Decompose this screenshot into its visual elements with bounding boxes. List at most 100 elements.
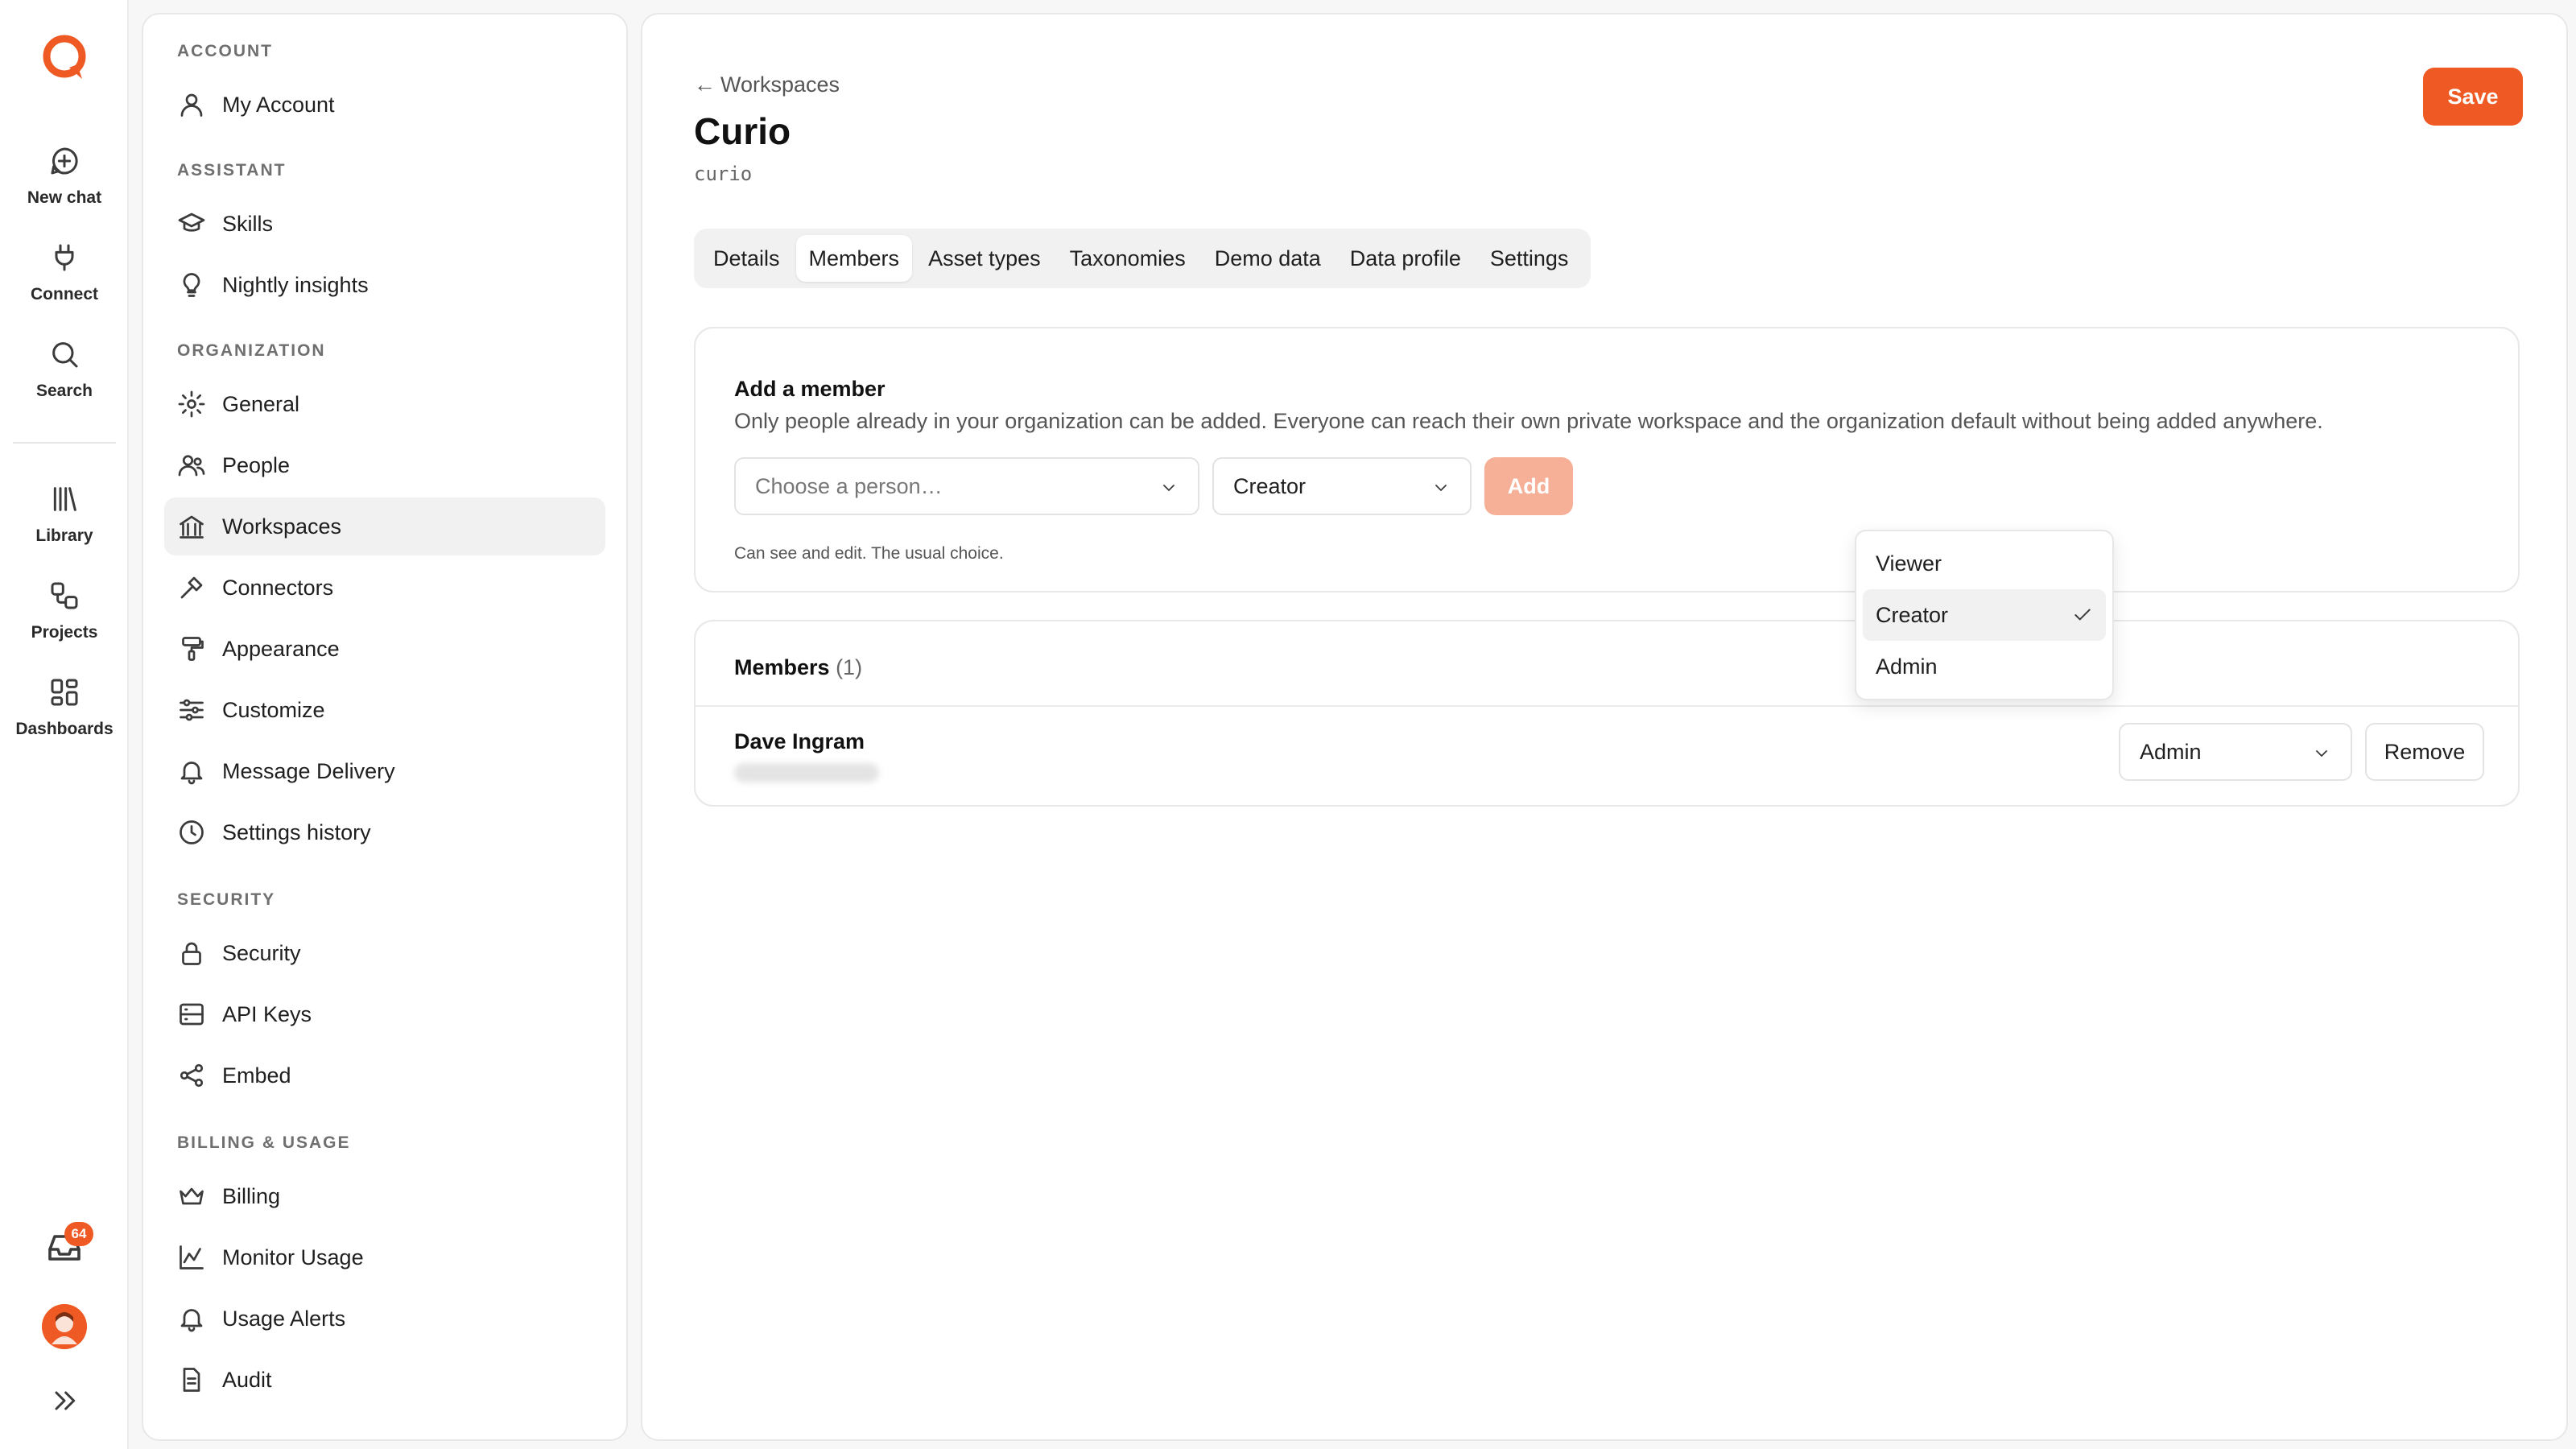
members-title: Members bbox=[734, 655, 830, 679]
main-panel: ← Workspaces Curio curio Save Details Me… bbox=[641, 13, 2568, 1441]
member-role-value: Admin bbox=[2140, 739, 2202, 764]
remove-member-button[interactable]: Remove bbox=[2365, 723, 2484, 781]
clock-icon bbox=[180, 820, 204, 844]
sidebar-item-connectors[interactable]: Connectors bbox=[164, 559, 605, 617]
role-select-value: Creator bbox=[1233, 473, 1307, 498]
lock-icon bbox=[182, 942, 201, 965]
people-icon bbox=[178, 455, 205, 477]
sidebar-item-monitor-usage[interactable]: Monitor Usage bbox=[164, 1228, 605, 1286]
dashboards-icon bbox=[51, 679, 78, 706]
projects-icon bbox=[51, 582, 78, 609]
sidebar-item-general[interactable]: General bbox=[164, 375, 605, 433]
sidebar-item-nightly-insights[interactable]: Nightly insights bbox=[164, 256, 605, 314]
rail-label: New chat bbox=[27, 188, 102, 207]
sidebar-item-skills[interactable]: Skills bbox=[164, 195, 605, 253]
role-option-label: Creator bbox=[1876, 602, 1949, 627]
tab-asset-types[interactable]: Asset types bbox=[915, 235, 1054, 282]
sidebar-item-label: Connectors bbox=[222, 575, 334, 600]
role-option-admin[interactable]: Admin bbox=[1863, 641, 2106, 692]
sidebar-item-label: Appearance bbox=[222, 636, 340, 661]
crown-icon bbox=[180, 1187, 204, 1205]
server-icon bbox=[180, 1003, 204, 1026]
role-dropdown-menu: Viewer Creator Admin bbox=[1855, 530, 2114, 700]
role-option-creator[interactable]: Creator bbox=[1863, 589, 2106, 641]
role-select[interactable]: Creator bbox=[1212, 457, 1472, 515]
sidebar-item-label: My Account bbox=[222, 92, 335, 117]
sidebar-item-api-keys[interactable]: API Keys bbox=[164, 985, 605, 1043]
members-heading: Members (1) bbox=[734, 655, 862, 680]
section-heading-billing: BILLING & USAGE bbox=[177, 1133, 351, 1152]
rail-new-chat[interactable]: New chat bbox=[0, 145, 129, 225]
sidebar-item-security[interactable]: Security bbox=[164, 924, 605, 982]
sidebar-item-label: Customize bbox=[222, 697, 325, 722]
arrow-left-icon: ← bbox=[694, 72, 716, 97]
rail-search[interactable]: Search bbox=[0, 338, 129, 419]
tab-members[interactable]: Members bbox=[795, 235, 913, 282]
sidebar-item-label: Embed bbox=[222, 1063, 291, 1088]
paint-roller-icon bbox=[182, 637, 204, 661]
sidebar-item-label: Nightly insights bbox=[222, 272, 369, 297]
section-heading-assistant: ASSISTANT bbox=[177, 161, 287, 180]
lightbulb-icon bbox=[183, 273, 200, 297]
role-option-label: Admin bbox=[1876, 654, 1938, 679]
add-member-title: Add a member bbox=[734, 377, 886, 401]
add-member-button[interactable]: Add bbox=[1484, 457, 1573, 515]
role-hint: Can see and edit. The usual choice. bbox=[734, 544, 1004, 563]
workspace-slug: curio bbox=[694, 163, 753, 185]
back-link-label: Workspaces bbox=[720, 72, 840, 97]
rail-projects[interactable]: Projects bbox=[0, 580, 129, 660]
member-role-select[interactable]: Admin bbox=[2119, 723, 2352, 781]
sidebar-item-embed[interactable]: Embed bbox=[164, 1046, 605, 1104]
search-icon bbox=[52, 342, 78, 368]
sidebar-item-billing[interactable]: Billing bbox=[164, 1167, 605, 1225]
role-option-label: Viewer bbox=[1876, 551, 1942, 576]
sidebar-item-customize[interactable]: Customize bbox=[164, 681, 605, 739]
rail-connect[interactable]: Connect bbox=[0, 242, 129, 322]
members-count: (1) bbox=[836, 655, 863, 679]
members-card: Members (1) Dave Ingram Admin Remove bbox=[694, 620, 2520, 807]
app-rail: New chat Connect Search Library Projects… bbox=[0, 0, 129, 1449]
rail-dashboards[interactable]: Dashboards bbox=[0, 676, 129, 757]
person-select[interactable]: Choose a person… bbox=[734, 457, 1199, 515]
tab-settings[interactable]: Settings bbox=[1477, 235, 1582, 282]
rail-label: Connect bbox=[31, 285, 98, 303]
sidebar-item-label: Audit bbox=[222, 1367, 272, 1392]
rail-label: Search bbox=[35, 382, 93, 400]
avatar-icon bbox=[42, 1304, 87, 1349]
role-option-viewer[interactable]: Viewer bbox=[1863, 538, 2106, 589]
sidebar-item-my-account[interactable]: My Account bbox=[164, 76, 605, 134]
page-title: Curio bbox=[694, 110, 791, 152]
sidebar-item-people[interactable]: People bbox=[164, 436, 605, 494]
rail-divider bbox=[13, 442, 116, 444]
avatar[interactable] bbox=[42, 1304, 87, 1349]
sidebar-item-workspaces[interactable]: Workspaces bbox=[164, 497, 605, 555]
tab-bar: Details Members Asset types Taxonomies D… bbox=[694, 229, 1591, 288]
share-nodes-icon bbox=[180, 1063, 204, 1088]
tab-details[interactable]: Details bbox=[700, 235, 793, 282]
chevron-down-icon bbox=[1163, 485, 1174, 491]
rail-label: Library bbox=[35, 526, 93, 545]
settings-sidebar: ACCOUNT My Account ASSISTANT Skills Nigh… bbox=[142, 13, 628, 1441]
back-link[interactable]: ← Workspaces bbox=[694, 72, 840, 97]
sidebar-item-settings-history[interactable]: Settings history bbox=[164, 803, 605, 861]
app-logo-icon[interactable] bbox=[39, 32, 90, 84]
rail-library[interactable]: Library bbox=[0, 483, 129, 564]
rail-label: Projects bbox=[31, 623, 98, 642]
gear-icon bbox=[178, 390, 205, 418]
expand-sidebar-icon[interactable] bbox=[48, 1385, 80, 1417]
sidebar-item-label: Workspaces bbox=[222, 514, 342, 539]
sidebar-item-audit[interactable]: Audit bbox=[164, 1351, 605, 1409]
sidebar-item-appearance[interactable]: Appearance bbox=[164, 620, 605, 678]
chevron-down-icon bbox=[2316, 750, 2327, 757]
section-heading-organization: ORGANIZATION bbox=[177, 341, 326, 360]
tab-data-profile[interactable]: Data profile bbox=[1337, 235, 1474, 282]
section-heading-security: SECURITY bbox=[177, 890, 276, 909]
save-button[interactable]: Save bbox=[2423, 68, 2523, 126]
tab-demo-data[interactable]: Demo data bbox=[1202, 235, 1334, 282]
sidebar-item-label: Billing bbox=[222, 1183, 281, 1208]
sidebar-item-usage-alerts[interactable]: Usage Alerts bbox=[164, 1290, 605, 1348]
sidebar-item-label: People bbox=[222, 452, 291, 477]
connector-plug-icon bbox=[180, 576, 203, 599]
sidebar-item-message-delivery[interactable]: Message Delivery bbox=[164, 742, 605, 800]
tab-taxonomies[interactable]: Taxonomies bbox=[1057, 235, 1199, 282]
